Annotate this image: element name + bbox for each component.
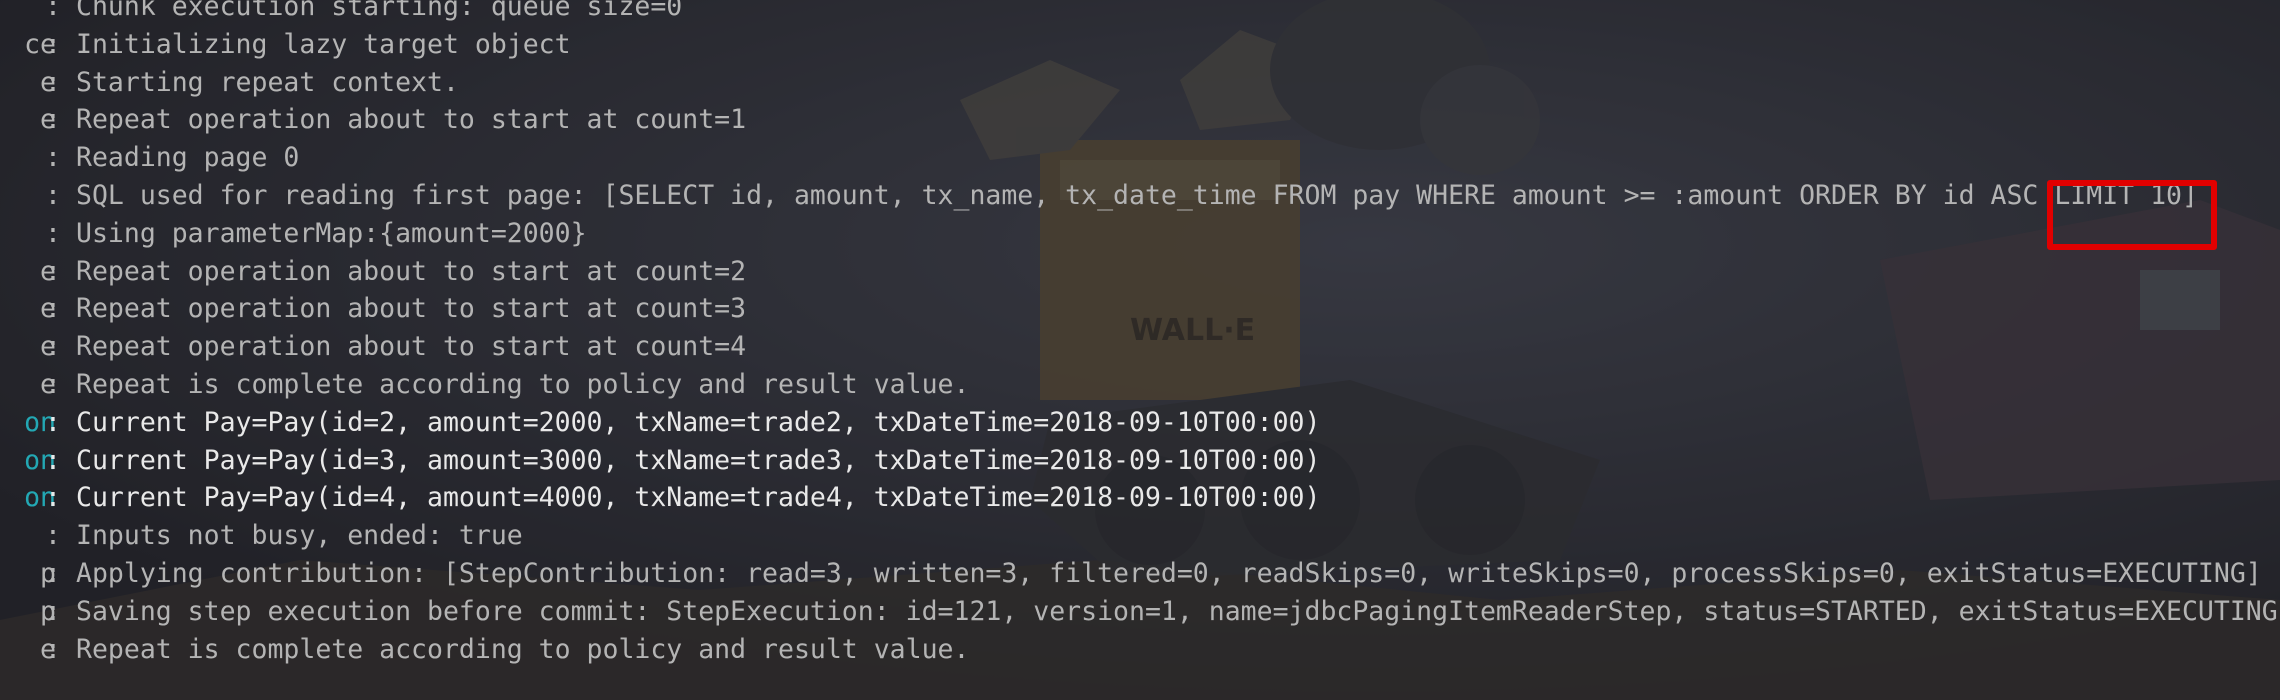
log-separator: : (45, 28, 61, 60)
log-message: Starting repeat context. (76, 66, 459, 98)
log-separator: : (45, 406, 61, 438)
log-line: p: Applying contribution: [StepContributi… (0, 555, 2280, 593)
log-separator: : (45, 557, 61, 589)
log-line: p: Saving step execution before commit: S… (0, 593, 2280, 631)
log-separator: : (45, 595, 61, 627)
log-separator: : (45, 0, 61, 22)
log-line: e: Repeat operation about to start at cou… (0, 290, 2280, 328)
log-line: e: Repeat is complete according to policy… (0, 366, 2280, 404)
log-line: e: Repeat is complete according to policy… (0, 631, 2280, 669)
log-line: e: Repeat operation about to start at cou… (0, 253, 2280, 291)
log-line: on: Current Pay=Pay(id=3, amount=3000, tx… (0, 442, 2280, 480)
log-line: ce: Initializing lazy target object (0, 26, 2280, 64)
log-separator: : (45, 633, 61, 665)
log-message: Initializing lazy target object (76, 28, 571, 60)
log-line: : Using parameterMap:{amount=2000} (0, 215, 2280, 253)
log-message: Repeat operation about to start at count… (76, 255, 747, 287)
log-separator: : (45, 368, 61, 400)
log-line: : SQL used for reading first page: [SELEC… (0, 177, 2280, 215)
log-message: Current Pay=Pay(id=4, amount=4000, txNam… (76, 482, 1321, 514)
log-separator: : (45, 179, 61, 211)
log-separator: : (45, 142, 61, 174)
log-message: Repeat is complete according to policy a… (76, 368, 970, 400)
log-line: on: Current Pay=Pay(id=2, amount=2000, tx… (0, 404, 2280, 442)
log-message: Current Pay=Pay(id=3, amount=3000, txNam… (76, 444, 1321, 476)
log-separator: : (45, 66, 61, 98)
log-separator: : (45, 520, 61, 552)
terminal-log-output: : Chunk execution starting: queue size=0 c… (0, 0, 2280, 668)
log-message: Current Pay=Pay(id=2, amount=2000, txNam… (76, 406, 1321, 438)
log-line: : Chunk execution starting: queue size=0 (0, 0, 2280, 26)
log-line: : Reading page 0 (0, 139, 2280, 177)
log-message: Repeat operation about to start at count… (76, 104, 747, 136)
log-separator: : (45, 444, 61, 476)
log-line: on: Current Pay=Pay(id=4, amount=4000, tx… (0, 479, 2280, 517)
log-message: SQL used for reading first page: [SELECT… (76, 179, 2198, 211)
log-separator: : (45, 255, 61, 287)
log-message: Using parameterMap:{amount=2000} (76, 217, 587, 249)
log-separator: : (45, 217, 61, 249)
log-line: e: Repeat operation about to start at cou… (0, 101, 2280, 139)
log-separator: : (45, 482, 61, 514)
log-message: Repeat is complete according to policy a… (76, 633, 970, 665)
log-separator: : (45, 293, 61, 325)
log-message: Saving step execution before commit: Ste… (76, 595, 2278, 627)
log-line: e: Repeat operation about to start at cou… (0, 328, 2280, 366)
log-message: Repeat operation about to start at count… (76, 331, 747, 363)
log-message: Inputs not busy, ended: true (76, 520, 523, 552)
log-message: Applying contribution: [StepContribution… (76, 557, 2262, 589)
log-line: : Inputs not busy, ended: true (0, 517, 2280, 555)
log-message: Repeat operation about to start at count… (76, 293, 747, 325)
log-separator: : (45, 331, 61, 363)
log-message: Reading page 0 (76, 142, 300, 174)
log-separator: : (45, 104, 61, 136)
limit-highlight-box (2047, 180, 2217, 250)
log-line: e: Starting repeat context. (0, 64, 2280, 102)
log-message: Chunk execution starting: queue size=0 (76, 0, 683, 22)
